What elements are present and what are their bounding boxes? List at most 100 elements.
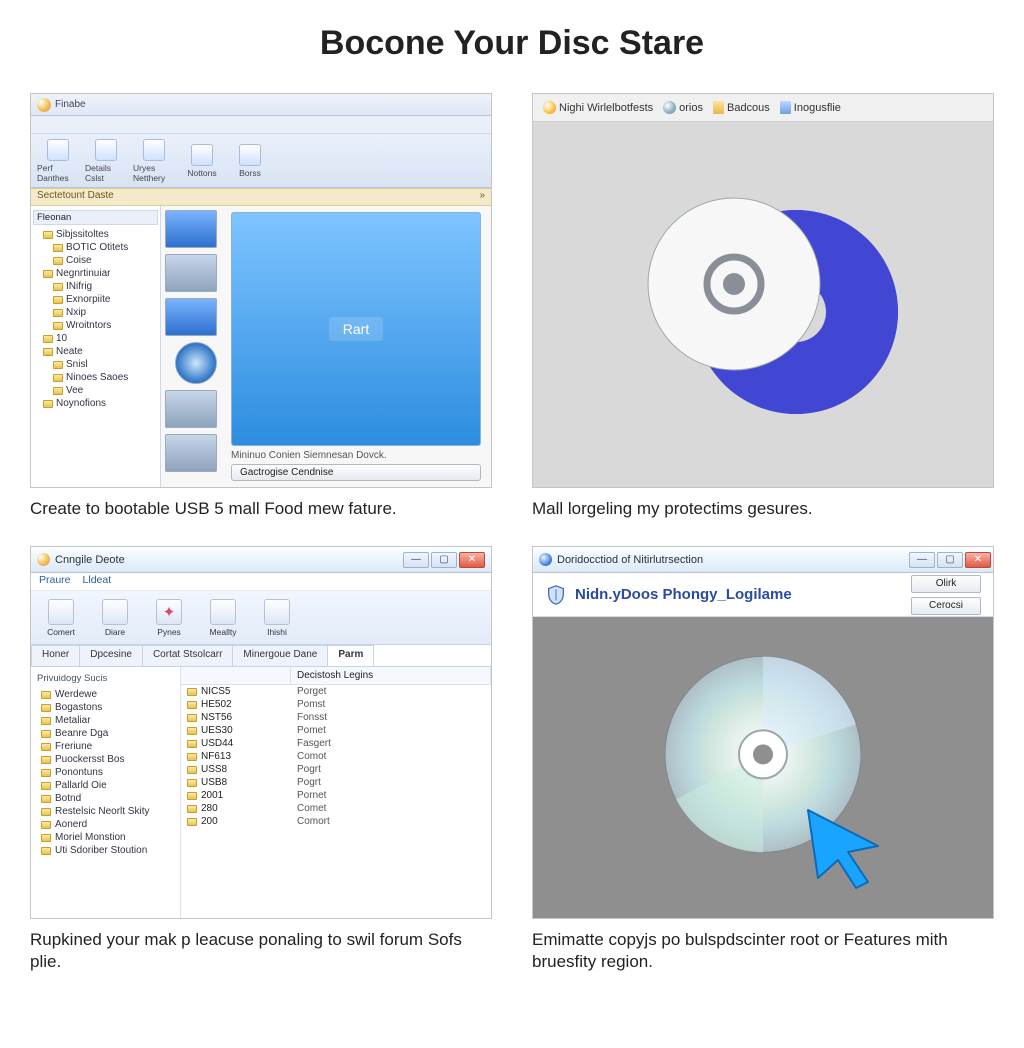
list-row[interactable]: 280Comet: [181, 802, 491, 815]
tree-item[interactable]: INifrig: [33, 280, 158, 293]
folder-icon: [53, 244, 63, 252]
minimize-button[interactable]: —: [403, 552, 429, 568]
tree-item[interactable]: Uti Sdoriber Stoution: [35, 844, 176, 857]
p3-file-list[interactable]: Decistosh Legins NICS5PorgetHE502PomstNS…: [181, 667, 491, 918]
panel-top-right: Nighi Wirlelbotfests orios Badcous Inogu…: [532, 93, 994, 520]
toolbar-btn-3[interactable]: Nottons: [181, 144, 223, 178]
list-row[interactable]: USS8Pogrt: [181, 763, 491, 776]
thumb-icon[interactable]: [165, 254, 217, 292]
list-row[interactable]: NICS5Porget: [181, 685, 491, 698]
toolbar-btn-2[interactable]: Uryes Netthery: [133, 139, 175, 183]
thumb-icon[interactable]: [165, 390, 217, 428]
tree-item[interactable]: BOTIC Otitets: [33, 241, 158, 254]
list-row[interactable]: UES30Pomet: [181, 724, 491, 737]
menu-item[interactable]: Lldeat: [83, 574, 112, 589]
list-row[interactable]: USB8Pogrt: [181, 776, 491, 789]
thumb-icon[interactable]: [165, 210, 217, 248]
tree-item[interactable]: Beanre Dga: [35, 727, 176, 740]
p2-toolbar: Nighi Wirlelbotfests orios Badcous Inogu…: [533, 94, 993, 122]
p2-link-1[interactable]: orios: [663, 101, 703, 114]
ok-button[interactable]: Olirk: [911, 575, 981, 593]
p1-thumbnails: [161, 206, 231, 487]
under-button[interactable]: Gactrogise Cendnise: [231, 464, 481, 481]
list-row[interactable]: USD44Fasgert: [181, 737, 491, 750]
p3-menubar: Praure Lldeat: [31, 573, 491, 591]
close-button[interactable]: ✕: [459, 552, 485, 568]
tree-item[interactable]: Moriel Monstion: [35, 831, 176, 844]
list-row[interactable]: HE502Pomst: [181, 698, 491, 711]
menu-item[interactable]: Praure: [39, 574, 71, 589]
tree-item[interactable]: Ninoes Saoes: [33, 371, 158, 384]
list-row[interactable]: 2001Pornet: [181, 789, 491, 802]
list-row[interactable]: NST56Fonsst: [181, 711, 491, 724]
p2-link-2[interactable]: Badcous: [713, 101, 770, 114]
tree-item[interactable]: Wroitntors: [33, 319, 158, 332]
tab[interactable]: Dpcesine: [79, 645, 143, 666]
p2-link-0[interactable]: Nighi Wirlelbotfests: [543, 101, 653, 114]
close-button[interactable]: ✕: [965, 552, 991, 568]
thumb-icon[interactable]: [165, 434, 217, 472]
tab[interactable]: Cortat Stsolcarr: [142, 645, 233, 666]
tree-item[interactable]: Exnorpiite: [33, 293, 158, 306]
tree-item[interactable]: Noynofions: [33, 397, 158, 410]
p1-folder-tree[interactable]: Fleonan SibjssitoltesBOTIC OtitetsCoiseN…: [31, 206, 161, 487]
tree-item[interactable]: Bogastons: [35, 701, 176, 714]
tab[interactable]: Minergoue Dane: [232, 645, 328, 666]
toolbar-btn[interactable]: Diare: [91, 599, 139, 637]
toolbar-btn[interactable]: Meallty: [199, 599, 247, 637]
list-row[interactable]: NF613Comot: [181, 750, 491, 763]
tree-item[interactable]: Pallarld Oie: [35, 779, 176, 792]
tree-item[interactable]: Neate: [33, 345, 158, 358]
col-header-b[interactable]: Decistosh Legins: [291, 667, 491, 684]
brand-row: Nidn.yDoos Phongy_Logilame: [545, 584, 792, 606]
tree-item[interactable]: Negnrtinuiar: [33, 267, 158, 280]
tree-item[interactable]: Restelsic Neorlt Skity: [35, 805, 176, 818]
tree-item[interactable]: Ponontuns: [35, 766, 176, 779]
toolbar-btn[interactable]: Ihishi: [253, 599, 301, 637]
panel-top-left: Finabe Perf Danthes Details Cslst Uryes …: [30, 93, 492, 520]
app-logo-icon: [37, 553, 50, 566]
brand-text: Nidn.yDoos Phongy_Logilame: [575, 586, 792, 603]
p2-link-3[interactable]: Inogusflie: [780, 101, 841, 114]
cursor-arrow-icon: [800, 804, 890, 894]
p1-location-bar[interactable]: Sectetount Daste »: [31, 188, 491, 206]
folder-icon: [187, 701, 197, 709]
toolbar-btn[interactable]: Pynes: [145, 599, 193, 637]
col-header-a[interactable]: [181, 667, 291, 684]
tree-item[interactable]: Werdewe: [35, 688, 176, 701]
tree-item[interactable]: 10: [33, 332, 158, 345]
p3-folder-tree[interactable]: Privuidogy Sucis WerdeweBogastonsMetalia…: [31, 667, 181, 918]
toolbar-icon: [239, 144, 261, 166]
tab[interactable]: Honer: [31, 645, 80, 666]
list-row[interactable]: 200Comort: [181, 815, 491, 828]
tree-item[interactable]: Vee: [33, 384, 158, 397]
tree-item[interactable]: Puockersst Bos: [35, 753, 176, 766]
tree-item[interactable]: Metaliar: [35, 714, 176, 727]
toolbar-btn-0[interactable]: Perf Danthes: [37, 139, 79, 183]
folder-icon: [53, 257, 63, 265]
tree-header: Fleonan: [33, 210, 158, 225]
tree-item[interactable]: Coise: [33, 254, 158, 267]
folder-icon: [43, 270, 53, 278]
cancel-button[interactable]: Cerocsi: [911, 597, 981, 615]
toolbar-btn-1[interactable]: Details Cslst: [85, 139, 127, 183]
minimize-button[interactable]: —: [909, 552, 935, 568]
toolbar-btn-4[interactable]: Borss: [229, 144, 271, 178]
tree-item[interactable]: Botnd: [35, 792, 176, 805]
thumb-icon[interactable]: [165, 298, 217, 336]
tree-item[interactable]: Snisl: [33, 358, 158, 371]
p1-menubar: [31, 116, 491, 134]
preview-center-button[interactable]: Rart: [329, 317, 383, 341]
globe-icon[interactable]: [175, 342, 217, 384]
toolbar-icon: [48, 599, 74, 625]
maximize-button[interactable]: ▢: [937, 552, 963, 568]
tree-item[interactable]: Nxip: [33, 306, 158, 319]
folder-icon: [41, 821, 51, 829]
tab-active[interactable]: Parm: [327, 645, 374, 666]
maximize-button[interactable]: ▢: [431, 552, 457, 568]
toolbar-btn[interactable]: Comert: [37, 599, 85, 637]
tree-item[interactable]: Freriune: [35, 740, 176, 753]
folder-icon: [53, 374, 63, 382]
tree-item[interactable]: Sibjssitoltes: [33, 228, 158, 241]
tree-item[interactable]: Aonerd: [35, 818, 176, 831]
